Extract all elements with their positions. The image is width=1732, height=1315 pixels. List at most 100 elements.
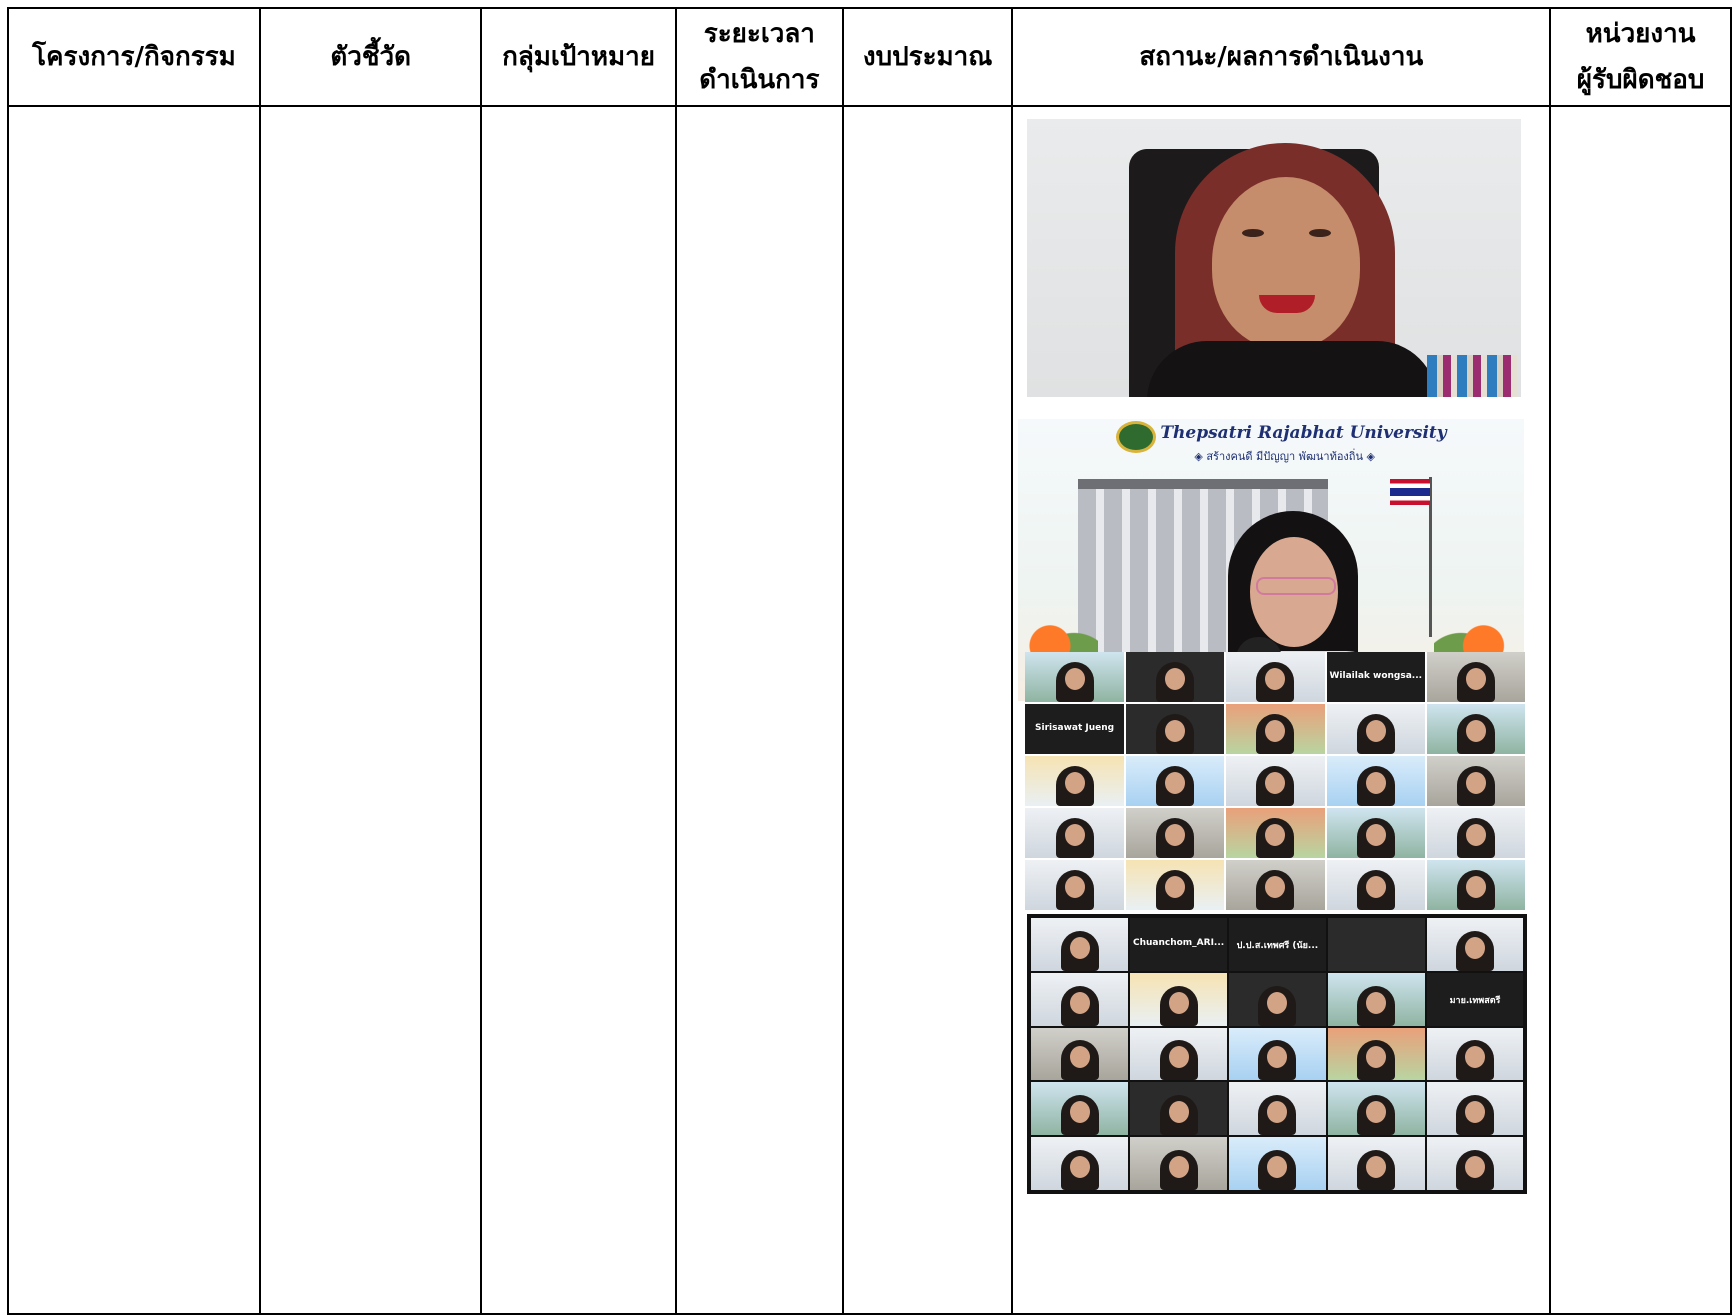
participant-tile [1031,1137,1129,1190]
participant-name: Wilailak wongsa... [1329,671,1423,681]
participant [1060,1095,1099,1136]
participant-tile [1426,918,1524,971]
participant-tile [1326,860,1425,910]
participant [1060,930,1099,971]
participant [1155,714,1194,754]
participant [1055,766,1094,806]
participant [1155,766,1194,806]
participant [1356,766,1395,806]
participant [1455,930,1494,971]
participant [1159,985,1198,1026]
header-responsible-unit: หน่วยงาน ผู้รับผิดชอบ [1549,7,1732,107]
status-photo-gallery: Thepsatri Rajabhat University ◈ สร้างคนด… [1013,107,1549,1313]
participant [1055,818,1094,858]
participant-name-tile: Wilailak wongsa... [1326,652,1425,702]
participant [1256,662,1295,702]
cell-responsible-unit [1549,105,1732,1315]
header-duration: ระยะเวลา ดำเนินการ [674,7,844,107]
participant [1457,870,1496,910]
participant-tile [1125,652,1225,702]
participant-tile [1226,704,1325,754]
participant [1159,1040,1198,1081]
participant [1256,818,1295,858]
photo-meeting-grid-1: Wilailak wongsa... Sirisawat Jueng [1025,652,1526,910]
participant-tile [1228,1137,1326,1190]
header-indicator: ตัวชี้วัด [258,7,483,107]
table-row: Thepsatri Rajabhat University ◈ สร้างคนด… [7,105,1732,1315]
participant-tile [1025,756,1124,806]
participant [1455,1095,1494,1136]
participant-tile [1031,1082,1129,1136]
participant-name-tile: Chuanchom_ARI... [1130,918,1227,971]
participant-tile [1426,860,1526,910]
participant-tile [1130,1137,1227,1190]
participant-tile [1327,918,1425,971]
participant-tile [1130,972,1227,1026]
participant-tile [1228,1082,1326,1136]
participant-tile [1426,756,1526,806]
thai-flag [1390,479,1431,505]
speaker-face [1212,177,1361,349]
participant-tile [1426,704,1526,754]
participant-tile [1228,1027,1326,1081]
header-budget: งบประมาณ [841,7,1014,107]
participant [1357,985,1396,1026]
university-logo [1116,421,1157,453]
participant-tile [1025,808,1124,858]
cell-indicator [258,105,483,1315]
participant-tile [1327,1082,1425,1136]
participant [1357,1095,1396,1136]
participant [1060,985,1099,1026]
cell-project [7,105,261,1315]
participant [1457,766,1496,806]
participant-tile [1426,1027,1524,1081]
participant [1357,1040,1396,1081]
participant-name: Chuanchom_ARI... [1132,938,1225,949]
header-duration-line2: ดำเนินการ [699,65,820,95]
participant-tile [1327,1137,1425,1190]
participant-name: ป.ป.ส.เทพศรี (นัย... [1236,941,1319,952]
participant [1455,1149,1494,1190]
participant [1457,714,1496,754]
participant-name-tile: ป.ป.ส.เทพศรี (นัย... [1228,918,1326,971]
participant-name-tile: มาย.เทพสตรี [1426,972,1524,1026]
participant-tile [1130,1027,1227,1081]
cell-status: Thepsatri Rajabhat University ◈ สร้างคนด… [1011,105,1552,1315]
participant-name: Sirisawat Jueng [1035,723,1115,733]
speaker-glasses [1256,577,1337,595]
header-responsible-line1: หน่วยงาน [1585,19,1696,49]
header-target-group: กลุ่มเป้าหมาย [480,7,677,107]
participant-tile [1031,918,1129,971]
participant-tile [1125,704,1225,754]
university-motto: ◈ สร้างคนดี มีปัญญา พัฒนาท้องถิ่น ◈ [1194,450,1375,463]
participant [1455,1040,1494,1081]
participant-tile [1326,704,1425,754]
participant-tile [1228,972,1326,1026]
participant-tile [1031,1027,1129,1081]
participant [1258,1149,1297,1190]
participant [1256,766,1295,806]
participant [1155,662,1194,702]
header-row: โครงการ/กิจกรรม ตัวชี้วัด กลุ่มเป้าหมาย … [7,7,1732,107]
participant-name: มาย.เทพสตรี [1449,995,1501,1006]
participant [1055,870,1094,910]
participant-tile [1326,756,1425,806]
university-name: Thepsatri Rajabhat University [1160,423,1447,443]
participant [1159,1095,1198,1136]
participant-name-tile: Sirisawat Jueng [1025,704,1124,754]
participant [1256,870,1295,910]
participant-tile [1327,972,1425,1026]
report-table: โครงการ/กิจกรรม ตัวชี้วัด กลุ่มเป้าหมาย … [7,7,1732,1315]
participant [1258,985,1297,1026]
header-project: โครงการ/กิจกรรม [7,7,261,107]
participant-tile [1226,860,1325,910]
photo-speaker-office [1027,119,1522,397]
participant [1357,1149,1396,1190]
participant-tile [1125,756,1225,806]
participant [1055,662,1094,702]
participant [1159,1149,1198,1190]
participant-tile [1125,860,1225,910]
participant-tile [1130,1082,1227,1136]
participant-tile [1031,972,1129,1026]
participant-tile [1025,652,1124,702]
